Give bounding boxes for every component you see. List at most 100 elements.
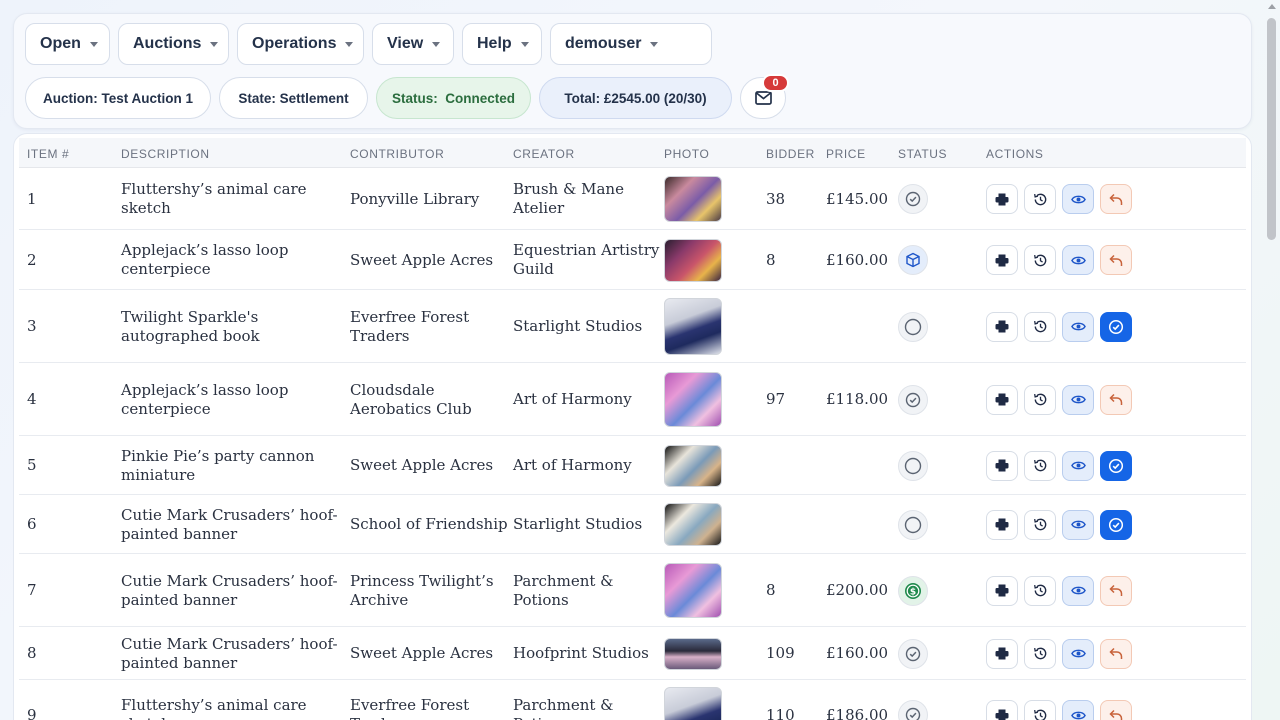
creator-cell: Starlight Studios	[513, 317, 643, 335]
svg-text:$: $	[910, 587, 916, 597]
view-menu-button[interactable]: View	[372, 23, 454, 65]
item-photo-thumbnail[interactable]	[664, 637, 722, 670]
description-cell: painted banner	[121, 653, 238, 672]
help-menu-button[interactable]: Help	[462, 23, 542, 65]
undo-button[interactable]	[1100, 575, 1132, 606]
item-photo-thumbnail[interactable]	[664, 444, 722, 487]
price-cell: £118.00	[826, 390, 889, 408]
view-button[interactable]	[1062, 311, 1094, 342]
contributor-cell: Sweet Apple Acres	[350, 456, 494, 474]
view-icon	[1070, 586, 1086, 595]
confirm-button[interactable]	[1100, 509, 1132, 540]
open-menu-label: Open	[40, 35, 81, 52]
creator-cell: Parchment &	[513, 571, 614, 590]
confirm-button[interactable]	[1100, 311, 1132, 342]
header-actions: ACTIONS	[986, 147, 1044, 161]
header-creator[interactable]: CREATOR	[513, 147, 575, 161]
auctions-menu-button[interactable]: Auctions	[118, 23, 229, 65]
contributor-cell: Princess Twilight’s	[350, 571, 494, 590]
item-photo-thumbnail[interactable]	[664, 176, 722, 222]
view-button[interactable]	[1062, 700, 1094, 720]
help-menu-label: Help	[477, 35, 512, 52]
history-button[interactable]	[1024, 245, 1056, 275]
bidder-cell: 110	[766, 705, 795, 720]
item-photo-thumbnail[interactable]	[664, 238, 722, 282]
view-button[interactable]	[1062, 384, 1094, 415]
history-button[interactable]	[1024, 311, 1056, 342]
print-icon	[995, 193, 1009, 205]
undo-icon	[1109, 709, 1123, 720]
view-icon	[1070, 711, 1086, 719]
undo-button[interactable]	[1100, 245, 1132, 275]
view-button[interactable]	[1062, 245, 1094, 275]
print-button[interactable]	[986, 575, 1018, 606]
item-photo-thumbnail[interactable]	[664, 563, 722, 618]
confirm-button[interactable]	[1100, 450, 1132, 481]
creator-cell: Parchment &	[513, 696, 614, 714]
history-button[interactable]	[1024, 638, 1056, 669]
scrollbar-thumb[interactable]	[1267, 18, 1276, 240]
header-item[interactable]: ITEM #	[27, 147, 69, 161]
history-icon	[1033, 709, 1046, 720]
item-photo-thumbnail[interactable]	[664, 686, 722, 720]
history-button[interactable]	[1024, 509, 1056, 540]
item-photo-thumbnail[interactable]	[664, 372, 722, 427]
box-icon	[898, 245, 928, 275]
item-number-cell: 7	[27, 581, 37, 599]
print-button[interactable]	[986, 700, 1018, 720]
print-icon	[995, 647, 1009, 660]
view-button[interactable]	[1062, 575, 1094, 606]
undo-button[interactable]	[1100, 184, 1132, 214]
auction-pill[interactable]: Auction: Test Auction 1	[25, 77, 211, 119]
history-button[interactable]	[1024, 450, 1056, 481]
history-button[interactable]	[1024, 384, 1056, 415]
view-button[interactable]	[1062, 184, 1094, 214]
view-button[interactable]	[1062, 450, 1094, 481]
creator-cell: Atelier	[513, 199, 565, 217]
view-button[interactable]	[1062, 638, 1094, 669]
undo-button[interactable]	[1100, 638, 1132, 669]
state-pill[interactable]: State: Settlement	[219, 77, 368, 119]
circle-icon	[898, 311, 928, 342]
mail-count-badge: 0	[762, 74, 789, 92]
bidder-cell: 97	[766, 390, 786, 408]
description-cell: Twilight Sparkle's	[121, 307, 259, 326]
history-button[interactable]	[1024, 184, 1056, 214]
total-label: Total: £2545.00 (20/30)	[564, 90, 707, 106]
history-icon	[1033, 393, 1046, 406]
description-cell: sketch	[121, 715, 171, 720]
item-photo-thumbnail[interactable]	[664, 503, 722, 546]
bidder-cell: 8	[766, 250, 776, 269]
header-price[interactable]: PRICE	[826, 147, 866, 161]
header-bidder[interactable]: BIDDER	[766, 147, 815, 161]
print-button[interactable]	[986, 311, 1018, 342]
history-icon	[1033, 459, 1046, 472]
user-menu-button[interactable]: demouser	[550, 23, 712, 65]
undo-icon	[1109, 193, 1123, 205]
description-cell: autographed book	[121, 326, 260, 345]
print-button[interactable]	[986, 245, 1018, 275]
header-contributor[interactable]: CONTRIBUTOR	[350, 147, 444, 161]
header-description[interactable]: DESCRIPTION	[121, 147, 210, 161]
item-photo-thumbnail[interactable]	[664, 298, 722, 355]
view-button[interactable]	[1062, 509, 1094, 540]
undo-button[interactable]	[1100, 700, 1132, 720]
scroll-up-arrow-icon[interactable]	[1268, 4, 1276, 9]
undo-button[interactable]	[1100, 384, 1132, 415]
print-button[interactable]	[986, 384, 1018, 415]
print-button[interactable]	[986, 450, 1018, 481]
description-cell: centerpiece	[121, 260, 211, 278]
history-button[interactable]	[1024, 700, 1056, 720]
print-button[interactable]	[986, 184, 1018, 214]
operations-menu-button[interactable]: Operations	[237, 23, 364, 65]
open-menu-button[interactable]: Open	[25, 23, 110, 65]
print-button[interactable]	[986, 638, 1018, 669]
description-cell: painted banner	[121, 590, 238, 609]
print-button[interactable]	[986, 509, 1018, 540]
header-status[interactable]: STATUS	[898, 147, 947, 161]
description-cell: sketch	[121, 199, 171, 217]
history-button[interactable]	[1024, 575, 1056, 606]
circle-icon	[898, 509, 928, 540]
total-pill: Total: £2545.00 (20/30)	[539, 77, 732, 119]
contributor-cell: Traders	[350, 715, 409, 720]
